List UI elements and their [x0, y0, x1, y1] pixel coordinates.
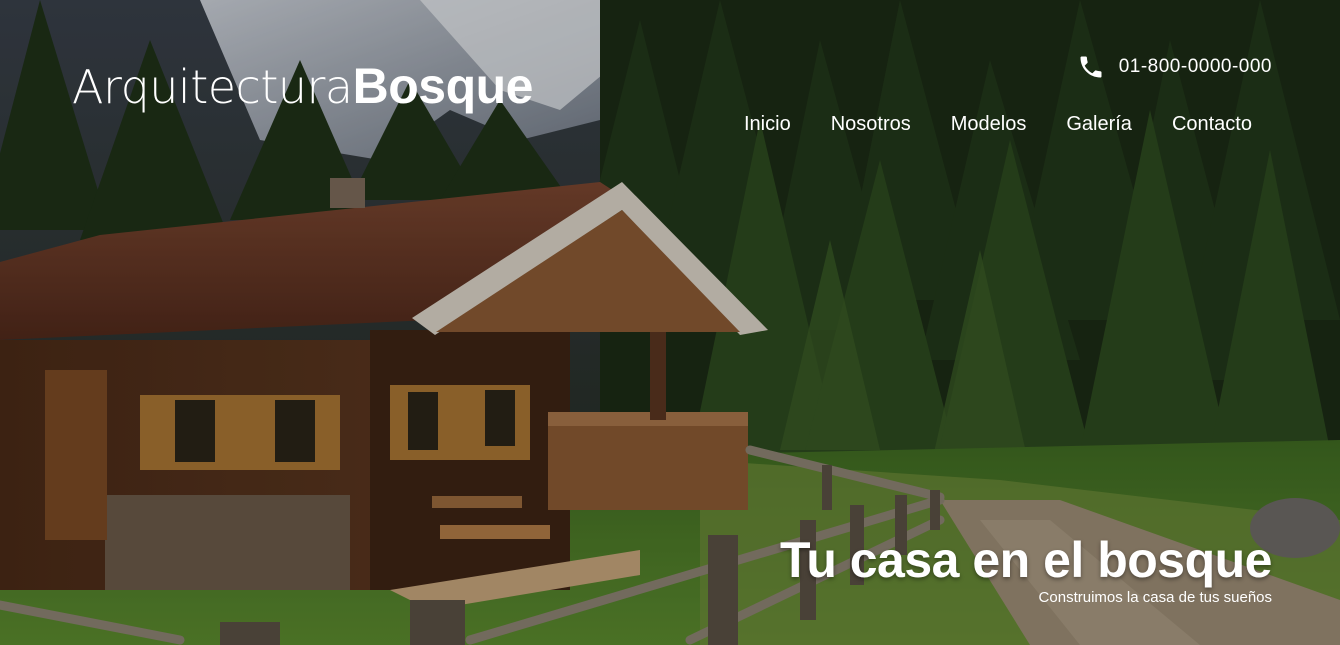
site-logo[interactable]: ArquitecturaBosque: [72, 56, 533, 117]
nav-item-galeria[interactable]: Galería: [1066, 113, 1132, 136]
hero-subline: Construimos la casa de tus sueños: [1038, 589, 1272, 606]
hero-section: ArquitecturaBosque 01-800-0000-000 Inici…: [0, 0, 1340, 645]
phone-icon: [1077, 53, 1105, 81]
main-navigation: Inicio Nosotros Modelos Galería Contacto: [744, 113, 1252, 136]
hero-headline: Tu casa en el bosque: [779, 532, 1273, 588]
nav-item-contacto[interactable]: Contacto: [1172, 113, 1252, 136]
nav-item-modelos[interactable]: Modelos: [951, 113, 1027, 136]
nav-item-inicio[interactable]: Inicio: [744, 113, 791, 136]
phone-number: 01-800-0000-000: [1118, 56, 1272, 77]
logo-light-text: Arquitectura: [72, 60, 353, 114]
nav-item-nosotros[interactable]: Nosotros: [831, 113, 911, 136]
header-phone[interactable]: 01-800-0000-000: [1077, 53, 1272, 81]
logo-bold-text: Bosque: [352, 58, 534, 114]
